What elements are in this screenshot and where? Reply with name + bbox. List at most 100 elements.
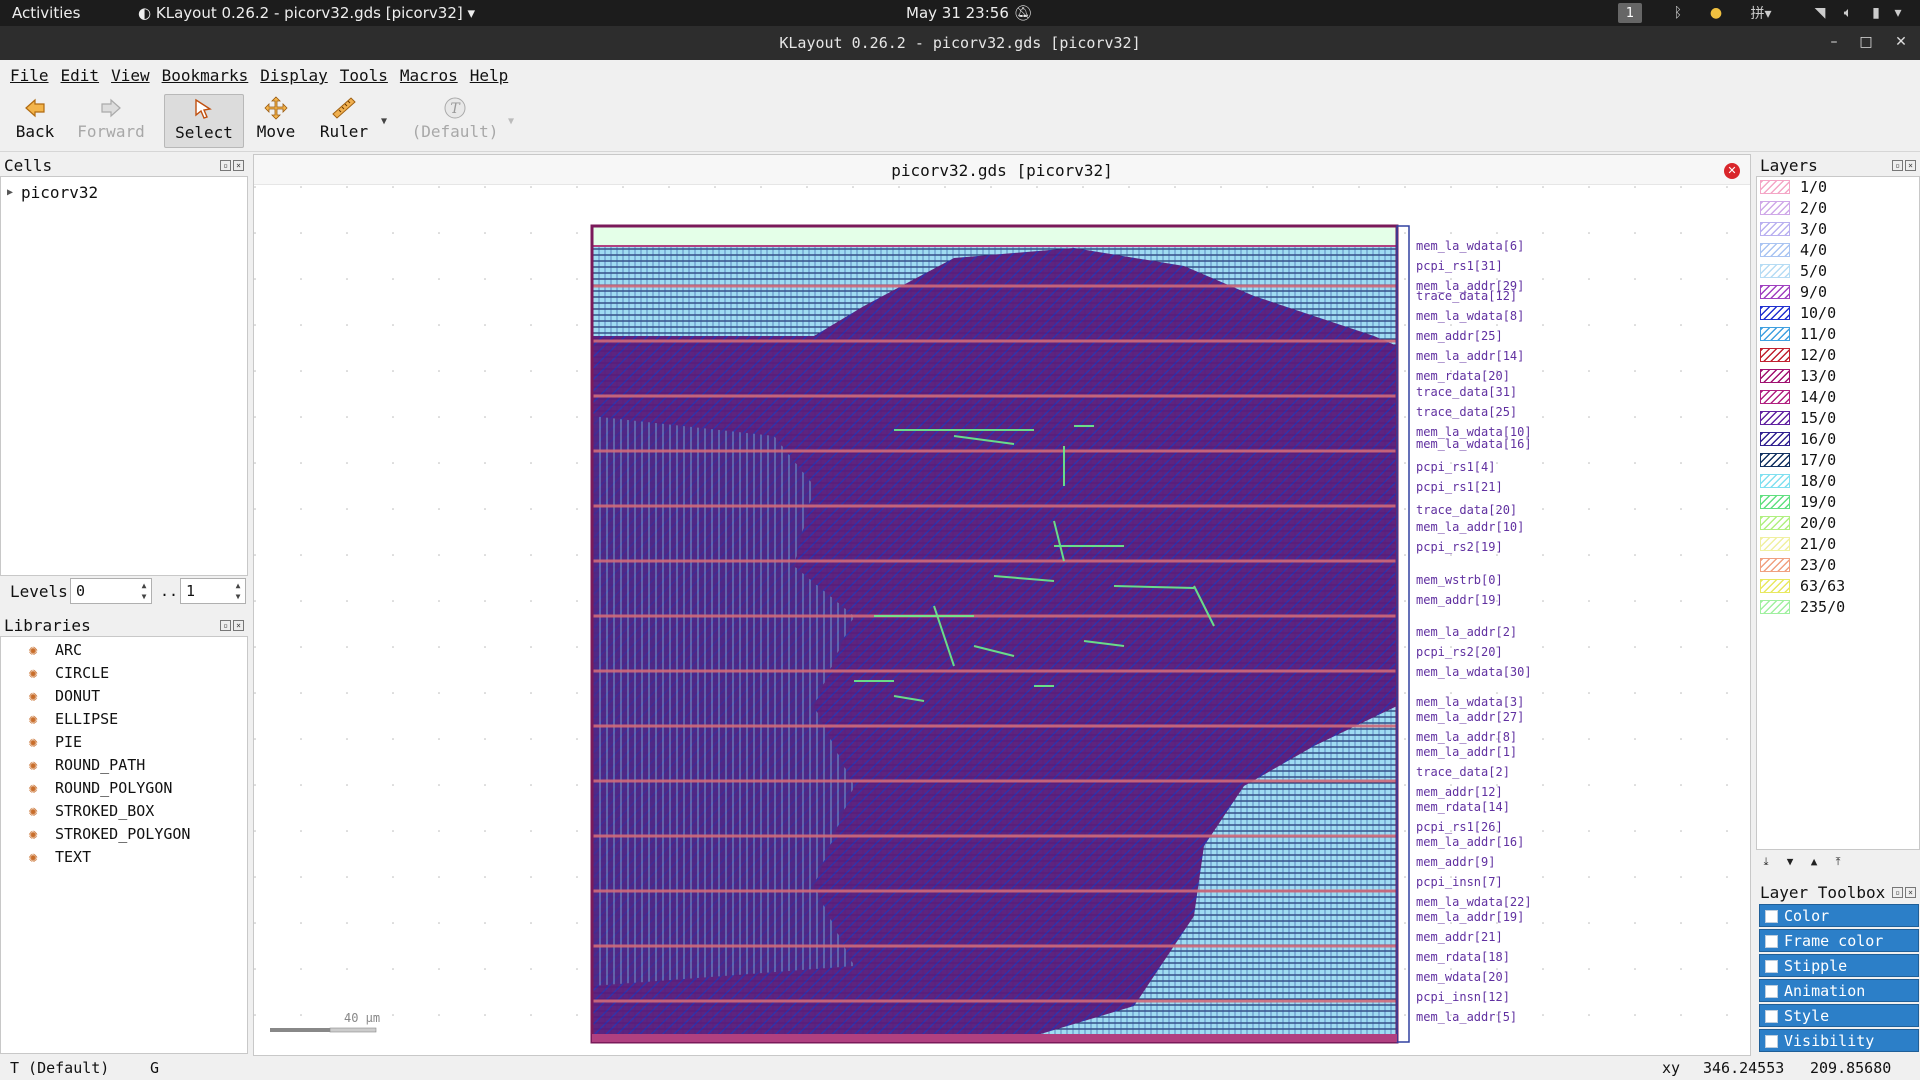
menu-display[interactable]: Display <box>254 60 333 90</box>
layer-row[interactable]: 12/0 <box>1760 346 1836 364</box>
close-panel-icon[interactable]: × <box>233 160 244 171</box>
wifi-icon[interactable]: ◥ <box>1810 3 1830 23</box>
default-dropdown-icon[interactable]: ▼ <box>508 116 514 127</box>
status-grid: G <box>150 1059 160 1077</box>
layer-row[interactable]: 14/0 <box>1760 388 1836 406</box>
activities-button[interactable]: Activities <box>12 4 80 22</box>
input-method-icon[interactable]: 拼▾ <box>1746 3 1776 23</box>
layer-row[interactable]: 21/0 <box>1760 535 1836 553</box>
layout-view-tab[interactable]: picorv32.gds [picorv32] <box>254 155 1750 185</box>
close-panel-icon[interactable]: × <box>1905 887 1916 898</box>
menu-bar: File Edit View Bookmarks Display Tools M… <box>0 60 1920 90</box>
library-item[interactable]: ✺ ELLIPSE <box>25 710 118 728</box>
toolbox-stipple[interactable]: Stipple <box>1759 954 1919 977</box>
toolbox-frame-color[interactable]: Frame color <box>1759 929 1919 952</box>
layer-row[interactable]: 15/0 <box>1760 409 1836 427</box>
libraries-list[interactable]: ✺ ARC ✺ CIRCLE ✺ DONUT ✺ ELLIPSE ✺ PIE ✺ ROUND… <box>0 636 248 1054</box>
close-window-button[interactable]: ✕ <box>1891 34 1911 52</box>
layer-row[interactable]: 23/0 <box>1760 556 1836 574</box>
minimize-button[interactable]: – <box>1824 34 1844 52</box>
layer-row[interactable]: 18/0 <box>1760 472 1836 490</box>
default-label: (Default) <box>411 122 499 141</box>
toolbox-style[interactable]: Style <box>1759 1004 1919 1027</box>
float-panel-icon[interactable]: ▫ <box>220 160 231 171</box>
layer-row[interactable]: 1/0 <box>1760 178 1827 196</box>
layer-label: 17/0 <box>1800 451 1837 469</box>
layer-row[interactable]: 16/0 <box>1760 430 1836 448</box>
status-x: 346.24553 <box>1703 1059 1785 1077</box>
toolbox-color[interactable]: Color <box>1759 904 1919 927</box>
app-menu[interactable]: ◐ KLayout 0.26.2 - picorv32.gds [picorv3… <box>138 4 475 22</box>
layout-canvas[interactable]: mem_la_wdata[6] pcpi_rs1[31] mem_la_addr… <box>254 186 1750 1055</box>
float-panel-icon[interactable]: ▫ <box>1892 160 1903 171</box>
cells-tree[interactable]: ▶ picorv32 <box>0 176 248 576</box>
move-to-bottom-icon[interactable]: ⤓ <box>1757 855 1775 871</box>
clock[interactable]: May 31 23:56 🔕︎ <box>906 4 1033 22</box>
menu-file[interactable]: File <box>4 60 55 90</box>
library-item[interactable]: ✺ ROUND_PATH <box>25 756 145 774</box>
layer-row[interactable]: 13/0 <box>1760 367 1836 385</box>
close-view-icon[interactable]: ✕ <box>1724 163 1740 179</box>
expand-arrow-icon[interactable]: ▶ <box>7 187 13 198</box>
volume-icon[interactable]: 🔈︎ <box>1838 3 1858 23</box>
workspace-indicator[interactable]: 1 <box>1618 3 1642 23</box>
tree-item-picorv32[interactable]: ▶ picorv32 <box>7 183 98 202</box>
bluetooth-icon[interactable]: ᛒ <box>1668 3 1688 23</box>
library-item[interactable]: ✺ STROKED_POLYGON <box>25 825 190 843</box>
menu-tools[interactable]: Tools <box>334 60 394 90</box>
menu-help[interactable]: Help <box>464 60 515 90</box>
move-up-icon[interactable]: ▲ <box>1805 855 1823 871</box>
system-menu-chevron-icon[interactable]: ▾ <box>1888 3 1908 23</box>
ruler-button[interactable]: Ruler <box>314 94 374 148</box>
spin-arrows-icon[interactable]: ▲ ▼ <box>232 580 244 602</box>
layer-row[interactable]: 20/0 <box>1760 514 1836 532</box>
pin-label: pcpi_rs2[19] <box>1416 540 1503 554</box>
library-item[interactable]: ✺ STROKED_BOX <box>25 802 154 820</box>
layer-row[interactable]: 5/0 <box>1760 262 1827 280</box>
layer-swatch <box>1760 579 1790 593</box>
library-item[interactable]: ✺ TEXT <box>25 848 91 866</box>
arrow-right-icon <box>72 94 150 122</box>
library-item[interactable]: ✺ PIE <box>25 733 82 751</box>
toolbox-visibility[interactable]: Visibility <box>1759 1029 1919 1052</box>
menu-edit[interactable]: Edit <box>55 60 106 90</box>
layer-row[interactable]: 2/0 <box>1760 199 1827 217</box>
layer-row[interactable]: 9/0 <box>1760 283 1827 301</box>
library-item[interactable]: ✺ ROUND_POLYGON <box>25 779 172 797</box>
library-item[interactable]: ✺ ARC <box>25 641 82 659</box>
layer-swatch <box>1760 600 1790 614</box>
layer-row[interactable]: 4/0 <box>1760 241 1827 259</box>
layer-row[interactable]: 235/0 <box>1760 598 1845 616</box>
layer-row[interactable]: 11/0 <box>1760 325 1836 343</box>
default-text-button[interactable]: T (Default) <box>410 94 500 148</box>
float-panel-icon[interactable]: ▫ <box>1892 887 1903 898</box>
toolbox-animation[interactable]: Animation <box>1759 979 1919 1002</box>
levels-from-spinbox[interactable]: 0 ▲ ▼ <box>70 578 152 604</box>
close-panel-icon[interactable]: × <box>1905 160 1916 171</box>
select-button[interactable]: Select <box>164 94 244 148</box>
move-to-top-icon[interactable]: ⤒ <box>1829 855 1847 871</box>
library-item[interactable]: ✺ CIRCLE <box>25 664 109 682</box>
move-down-icon[interactable]: ▼ <box>1781 855 1799 871</box>
maximize-button[interactable]: □ <box>1856 34 1876 52</box>
menu-bookmarks[interactable]: Bookmarks <box>156 60 255 90</box>
battery-icon[interactable]: ▮ <box>1866 3 1886 23</box>
ruler-dropdown-icon[interactable]: ▼ <box>381 116 387 127</box>
back-button[interactable]: Back <box>8 94 62 148</box>
window-title-bar[interactable]: KLayout 0.26.2 - picorv32.gds [picorv32]… <box>0 26 1920 60</box>
layer-row[interactable]: 63/63 <box>1760 577 1845 595</box>
layer-row[interactable]: 10/0 <box>1760 304 1836 322</box>
layer-row[interactable]: 19/0 <box>1760 493 1836 511</box>
close-panel-icon[interactable]: × <box>233 620 244 631</box>
menu-macros[interactable]: Macros <box>394 60 464 90</box>
float-panel-icon[interactable]: ▫ <box>220 620 231 631</box>
menu-view[interactable]: View <box>105 60 156 90</box>
layer-row[interactable]: 17/0 <box>1760 451 1836 469</box>
layer-row[interactable]: 3/0 <box>1760 220 1827 238</box>
spin-arrows-icon[interactable]: ▲ ▼ <box>138 580 150 602</box>
weather-icon[interactable]: ● <box>1706 3 1726 23</box>
move-button[interactable]: Move <box>250 94 302 148</box>
library-item[interactable]: ✺ DONUT <box>25 687 100 705</box>
forward-button[interactable]: Forward <box>72 94 150 148</box>
levels-to-spinbox[interactable]: 1 ▲ ▼ <box>180 578 246 604</box>
